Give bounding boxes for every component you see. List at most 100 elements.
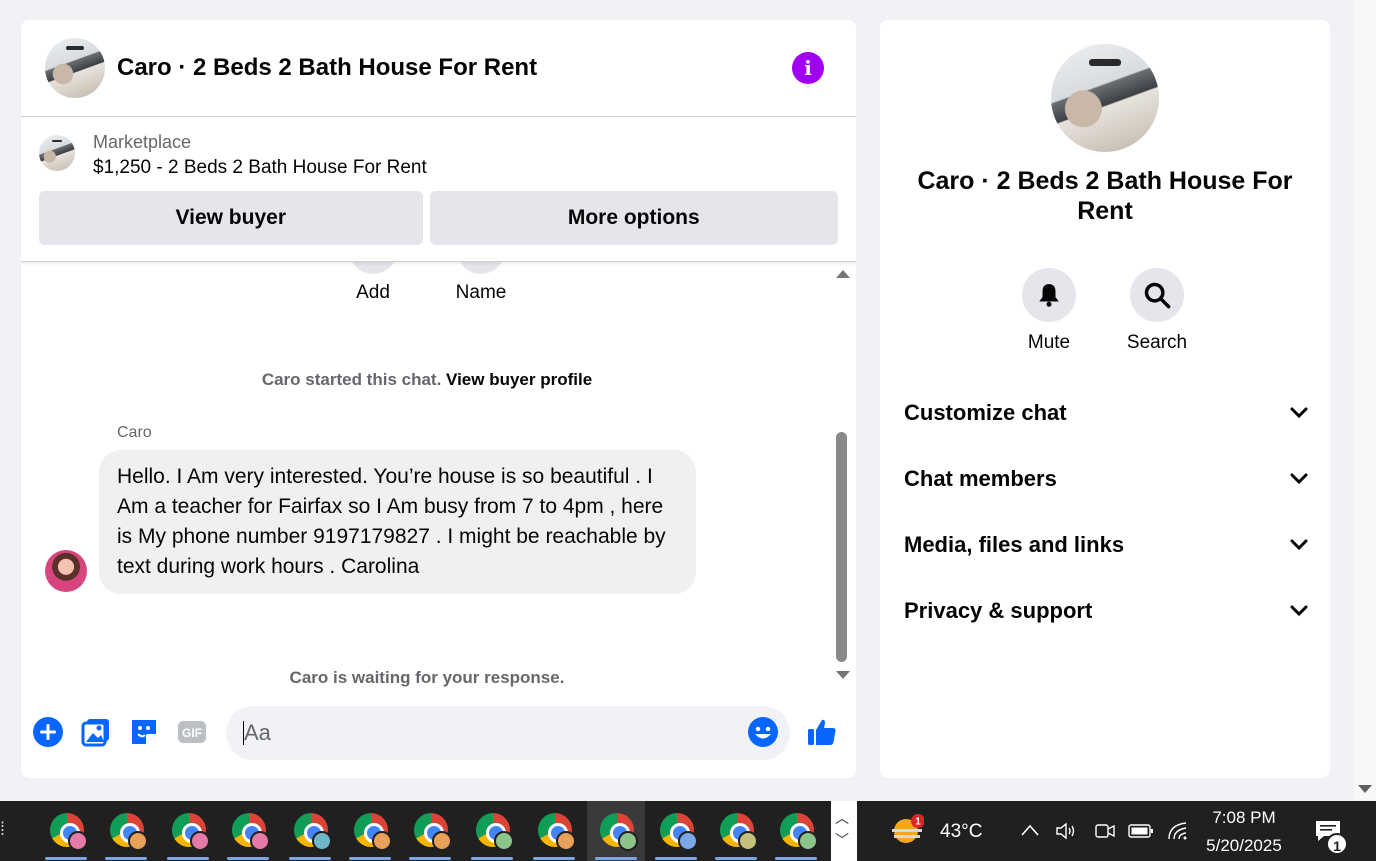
task-indicator [105, 857, 147, 860]
message-scrollbar[interactable] [833, 262, 851, 690]
message-input[interactable] [226, 706, 790, 760]
text-caret [243, 721, 244, 745]
search-action[interactable]: Search [1117, 268, 1197, 354]
conversation-info-panel: Caro · 2 Beds 2 Bath House For Rent Mute… [880, 20, 1330, 778]
temperature-text[interactable]: 43°C [940, 821, 982, 843]
accordion-media-files-links[interactable]: Media, files and links [904, 525, 1308, 565]
chevron-up-icon[interactable] [1020, 823, 1040, 837]
listing-label: Marketplace [93, 132, 192, 152]
waiting-response-text: Caro is waiting for your response. [289, 668, 565, 687]
listing-price-title[interactable]: $1,250 - 2 Beds 2 Bath House For Rent [93, 153, 427, 183]
info-icon[interactable]: i [792, 52, 824, 84]
chrome-profile-icon[interactable] [170, 811, 214, 855]
accordion-label: Chat members [904, 466, 1057, 491]
scroll-thumb[interactable] [836, 432, 847, 662]
accordion-customize-chat[interactable]: Customize chat [904, 393, 1308, 433]
conversation-title[interactable]: Caro · 2 Beds 2 Bath House For Rent [117, 54, 792, 82]
page-scrollbar[interactable] [1354, 0, 1376, 800]
search-button[interactable] [1130, 268, 1184, 322]
svg-text:GIF: GIF [182, 726, 202, 740]
message-composer: GIF [21, 706, 856, 760]
marketplace-listing: Marketplace $1,250 - 2 Beds 2 Bath House… [21, 117, 856, 262]
mute-button[interactable] [1022, 268, 1076, 322]
task-indicator [655, 857, 697, 860]
notification-count-badge: 1 [1326, 833, 1348, 855]
weather-sun-icon[interactable]: 1 [890, 813, 924, 845]
task-indicator [775, 857, 817, 860]
chat-header: Caro · 2 Beds 2 Bath House For Rent i [21, 20, 856, 117]
message-bubble[interactable]: Hello. I Am very interested. You’re hous… [99, 450, 696, 594]
chevron-down-icon[interactable]: ﹀ [835, 829, 849, 851]
task-indicator [349, 857, 391, 860]
chrome-profile-icon[interactable] [292, 811, 336, 855]
listing-thumbnail[interactable] [39, 135, 75, 171]
info-avatar[interactable] [1051, 44, 1159, 152]
mute-action[interactable]: Mute [1009, 268, 1089, 354]
task-indicator [227, 857, 269, 860]
task-indicator [289, 857, 331, 860]
chrome-profile-icon[interactable] [412, 811, 456, 855]
task-indicator [595, 857, 637, 860]
sender-name: Caro [117, 424, 152, 441]
task-indicator [533, 857, 575, 860]
name-action-label[interactable]: Name [456, 282, 507, 304]
wifi-icon[interactable] [1166, 819, 1190, 841]
clock-time[interactable]: 7:08 PM [1200, 808, 1288, 828]
add-action-label[interactable]: Add [356, 282, 390, 304]
task-indicator [409, 857, 451, 860]
plus-circle-icon[interactable] [32, 716, 64, 748]
page-scroll-down-icon[interactable] [1358, 785, 1372, 793]
chevron-down-icon [1290, 605, 1308, 617]
meet-now-icon[interactable] [1094, 821, 1116, 841]
sticker-icon[interactable] [128, 716, 160, 748]
clock-date[interactable]: 5/20/2025 [1198, 836, 1290, 856]
chevron-down-icon [1290, 473, 1308, 485]
gif-icon[interactable]: GIF [176, 716, 208, 748]
scroll-down-arrow-icon[interactable] [836, 671, 850, 679]
chat-started-text: Caro started this chat. [261, 370, 442, 389]
chrome-profile-icon[interactable] [48, 811, 92, 855]
task-view-edge-icon[interactable]: ⁞ [0, 819, 10, 843]
message-list: Add Name Caro started this chat. View bu… [21, 232, 833, 690]
chrome-profile-icon[interactable] [230, 811, 274, 855]
info-title: Caro · 2 Beds 2 Bath House For Rent [917, 167, 1293, 225]
chrome-profile-icon[interactable] [352, 811, 396, 855]
conversation-avatar[interactable] [45, 38, 105, 98]
more-options-button[interactable]: More options [429, 191, 838, 245]
task-indicator [471, 857, 513, 860]
chrome-profile-icon[interactable] [536, 811, 580, 855]
chevron-up-icon[interactable]: ︿ [835, 807, 849, 829]
mute-label: Mute [1027, 332, 1071, 353]
bell-icon [1039, 284, 1059, 307]
scroll-up-arrow-icon[interactable] [836, 270, 850, 278]
chrome-profile-icon[interactable] [718, 811, 762, 855]
taskbar-scroll-arrows[interactable]: ︿ ﹀ [835, 807, 849, 851]
volume-icon[interactable] [1055, 821, 1079, 841]
chrome-profile-icon[interactable] [474, 811, 518, 855]
chrome-profile-icon[interactable] [108, 811, 152, 855]
accordion-label: Media, files and links [904, 532, 1125, 557]
task-indicator [45, 857, 87, 860]
accordion-label: Privacy & support [904, 598, 1093, 623]
view-buyer-profile-link[interactable]: View buyer profile [446, 370, 592, 389]
photo-gallery-icon[interactable] [80, 716, 112, 748]
chat-started-line: Caro started this chat. View buyer profi… [21, 370, 833, 390]
task-indicator [167, 857, 209, 860]
chevron-down-icon [1290, 407, 1308, 419]
chrome-profile-icon[interactable] [658, 811, 702, 855]
weather-alert-count: 1 [915, 817, 921, 828]
sender-avatar[interactable] [45, 550, 87, 592]
thumbs-up-icon[interactable] [806, 716, 838, 748]
accordion-label: Customize chat [904, 400, 1067, 425]
chrome-profile-icon[interactable] [598, 811, 642, 855]
emoji-icon[interactable] [747, 716, 779, 748]
accordion-privacy-support[interactable]: Privacy & support [904, 591, 1308, 631]
windows-taskbar: ⁞ ︿ ﹀ 1 43°C 7:08 PM 5/20/2025 1 [0, 801, 1376, 861]
chevron-down-icon [1290, 539, 1308, 551]
chrome-profile-icon[interactable] [778, 811, 822, 855]
battery-icon[interactable] [1128, 823, 1154, 839]
accordion-chat-members[interactable]: Chat members [904, 459, 1308, 499]
view-buyer-button[interactable]: View buyer [39, 191, 423, 245]
chat-panel: Caro · 2 Beds 2 Bath House For Rent i Ma… [21, 20, 856, 778]
search-label: Search [1126, 332, 1188, 353]
